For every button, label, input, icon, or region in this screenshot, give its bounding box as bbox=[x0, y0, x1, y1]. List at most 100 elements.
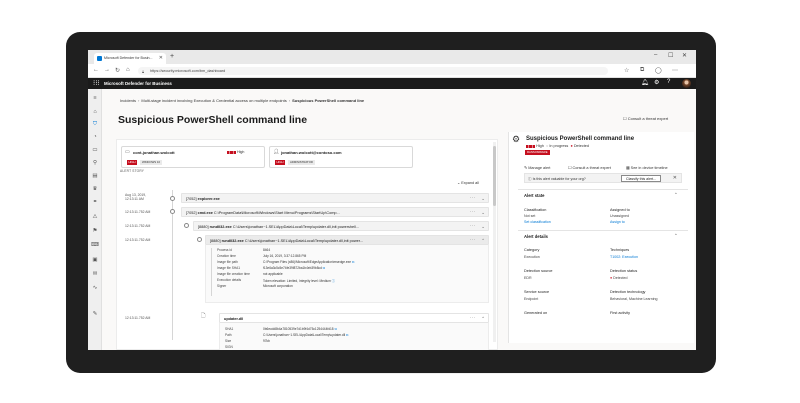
detail-value[interactable]: Token elevation: Limited, Integrity leve… bbox=[263, 278, 335, 283]
settings-gear-icon[interactable]: ⚙ bbox=[654, 79, 659, 86]
assign-to-link[interactable]: Assign to bbox=[610, 220, 625, 224]
chat-icon: ☐ bbox=[568, 166, 572, 170]
process-row-expanded[interactable]: [8880] rundll32.exe C:\Users\jonathan~1.… bbox=[205, 235, 489, 245]
breadcrumb-incident[interactable]: Multi-stage incident involving Execution… bbox=[141, 98, 286, 103]
device-timeline-button[interactable]: ▦ See in device timeline bbox=[626, 165, 668, 170]
process-text: [7052] explorer.exe bbox=[186, 196, 220, 201]
url-text: https://security.microsoft.com/bm_dashbo… bbox=[150, 69, 226, 73]
profile-icon[interactable]: ◯ bbox=[655, 67, 662, 74]
customize-nav-icon[interactable]: ✎ bbox=[90, 311, 100, 317]
process-row[interactable]: [8880] rundll32.exe C:\Users\jonathan~1.… bbox=[193, 221, 489, 231]
chevron-up-icon[interactable]: ⌃ bbox=[481, 316, 485, 322]
url-input[interactable]: 🔒︎ https://security.microsoft.com/bm_das… bbox=[138, 67, 608, 75]
notifications-icon[interactable]: 🔔︎ bbox=[641, 79, 649, 86]
alert-story-label: ALERT STORY bbox=[120, 169, 145, 173]
back-icon[interactable]: ← bbox=[93, 67, 99, 73]
avatar[interactable] bbox=[682, 79, 691, 88]
info-icon: ⓘ bbox=[331, 279, 335, 283]
alert-details-header: Alert details bbox=[524, 234, 548, 239]
classify-prompt: ⓘ Is this alert valuable for your org? C… bbox=[524, 173, 682, 183]
endpoints-icon[interactable]: ▣ bbox=[90, 257, 100, 263]
role-tag: ADMINISTRATOR bbox=[288, 160, 315, 165]
device-icon: ▭ bbox=[125, 149, 130, 155]
minimize-button[interactable]: – bbox=[654, 52, 657, 58]
timeline-node bbox=[184, 223, 189, 228]
story-scrollbar[interactable] bbox=[493, 142, 496, 342]
app-launcher-icon[interactable]: ⁝⁝⁝ bbox=[93, 79, 100, 87]
close-tab-icon[interactable]: ✕ bbox=[159, 55, 163, 61]
maximize-button[interactable]: ☐ bbox=[668, 52, 673, 59]
browser-settings-icon[interactable]: ⋯ bbox=[672, 67, 678, 74]
detail-key: SHA1 bbox=[225, 327, 234, 331]
file-details bbox=[219, 323, 489, 350]
partners-icon[interactable]: ⚭ bbox=[90, 199, 100, 205]
chevron-down-icon[interactable]: ⌄ bbox=[481, 224, 485, 230]
more-actions-icon[interactable]: ··· bbox=[470, 195, 476, 200]
category-badge: RANSOMWARE bbox=[525, 150, 550, 155]
hamburger-menu-icon[interactable]: ≡ bbox=[90, 95, 100, 101]
app-header: ⁝⁝⁝ Microsoft Defender for Business 🔔︎ ⚙… bbox=[88, 78, 696, 89]
new-tab-icon[interactable]: + bbox=[170, 53, 174, 60]
home-icon[interactable]: ⌂ bbox=[126, 67, 130, 73]
detail-value[interactable]: 0b6ecdd8b4a7810539e7d1b9f4d75c1254444fd1… bbox=[263, 327, 337, 331]
alert-state-header: Alert state bbox=[524, 193, 545, 198]
device-card[interactable]: ▭ cont-jonathan.wolcott High HIGH WINDOW… bbox=[121, 146, 265, 168]
more-actions-icon[interactable]: ··· bbox=[470, 223, 476, 228]
graph-icon[interactable]: ∿ bbox=[90, 285, 100, 291]
actions-icon[interactable]: ⚑ bbox=[90, 228, 100, 234]
favorite-star-icon[interactable]: ☆ bbox=[624, 67, 629, 74]
detail-value[interactable]: C:\Program Files (x86)\Microsoft\EdgeApp… bbox=[263, 260, 354, 264]
chevron-down-icon[interactable]: ⌄ bbox=[481, 210, 485, 216]
manage-alert-button[interactable]: ✎ Manage alert bbox=[524, 165, 550, 170]
close-window-button[interactable]: ✕ bbox=[682, 52, 687, 59]
severity-bars-icon bbox=[526, 144, 535, 148]
detail-key: Execution details bbox=[217, 278, 242, 282]
detail-key: Signer bbox=[217, 284, 227, 288]
detail-value[interactable]: f13e6a3c5c5e74fe39f872ba1b4eb39b8cd ⧉ bbox=[263, 266, 325, 270]
alerts-icon[interactable]: ◔ bbox=[90, 134, 100, 140]
detail-value[interactable]: C:\Users\jonathan~1.SEL\AppData\Local\Te… bbox=[263, 333, 348, 337]
service-source-label: Service source bbox=[524, 290, 550, 294]
forward-icon[interactable]: → bbox=[104, 67, 110, 73]
trophy-icon[interactable]: ♛ bbox=[90, 186, 100, 192]
vulnerability-icon[interactable]: ⚠ bbox=[90, 214, 100, 220]
incidents-shield-icon[interactable]: ⛉ bbox=[90, 121, 100, 128]
process-row[interactable]: [7052] cmd.exe C:\ProgramData\Microsoft\… bbox=[181, 207, 489, 217]
scroll-thumb[interactable] bbox=[493, 146, 496, 206]
more-actions-icon[interactable]: ··· bbox=[470, 237, 476, 242]
devices-icon[interactable]: ▭ bbox=[90, 147, 100, 153]
classify-alert-button[interactable]: Classify this alert... bbox=[621, 175, 662, 182]
refresh-icon[interactable]: ↻ bbox=[115, 67, 120, 74]
chevron-down-icon[interactable]: ⌄ bbox=[481, 196, 485, 202]
copy-icon: ⧉ bbox=[346, 333, 349, 337]
chevron-up-icon[interactable]: ⌃ bbox=[674, 233, 678, 239]
user-card[interactable]: 👤︎ jonathan.wolcott@contoso.com HIGH ADM… bbox=[269, 146, 413, 168]
collections-icon[interactable]: ⧉ bbox=[640, 67, 644, 74]
help-icon[interactable]: ? bbox=[667, 79, 670, 85]
consult-expert-button[interactable]: ☐ Consult a threat expert bbox=[568, 165, 611, 170]
techniques-label: Techniques bbox=[610, 248, 630, 252]
close-icon[interactable]: ✕ bbox=[673, 175, 677, 181]
home-nav-icon[interactable]: ⌂ bbox=[90, 109, 100, 115]
reports-icon[interactable]: ▤ bbox=[90, 173, 100, 179]
expand-all-button[interactable]: ⌄ Expand all bbox=[457, 180, 479, 185]
file-row[interactable]: updater.dll ··· ⌃ bbox=[219, 313, 489, 323]
set-classification-link[interactable]: Set classification bbox=[524, 220, 551, 224]
more-actions-icon[interactable]: ··· bbox=[470, 209, 476, 214]
chevron-up-icon[interactable]: ⌃ bbox=[481, 238, 485, 244]
breadcrumb-incidents[interactable]: Incidents bbox=[120, 98, 136, 103]
os-tag: WINDOWS 10 bbox=[140, 160, 163, 165]
consult-threat-expert-link[interactable]: ☐ Consult a threat expert bbox=[623, 116, 668, 121]
more-actions-icon[interactable]: ··· bbox=[470, 315, 476, 320]
learning-hub-icon[interactable]: ⌨ bbox=[90, 242, 100, 248]
chevron-up-icon[interactable]: ⌃ bbox=[674, 192, 678, 198]
process-row[interactable]: [7052] explorer.exe ··· ⌄ bbox=[181, 193, 489, 203]
hunting-icon[interactable]: ⚲ bbox=[90, 160, 100, 166]
assigned-to-value: Unassigned bbox=[610, 214, 629, 218]
detail-key: Path bbox=[225, 333, 232, 337]
techniques-link[interactable]: T1002: Execution bbox=[610, 255, 638, 259]
browser-tab[interactable]: Microsoft Defender for Busin... ✕ bbox=[94, 53, 166, 64]
detail-key: Image file SHA1 bbox=[217, 266, 241, 270]
browser-tabstrip: Microsoft Defender for Busin... ✕ + – ☐ … bbox=[88, 50, 696, 64]
email-icon[interactable]: ✉ bbox=[90, 271, 100, 277]
